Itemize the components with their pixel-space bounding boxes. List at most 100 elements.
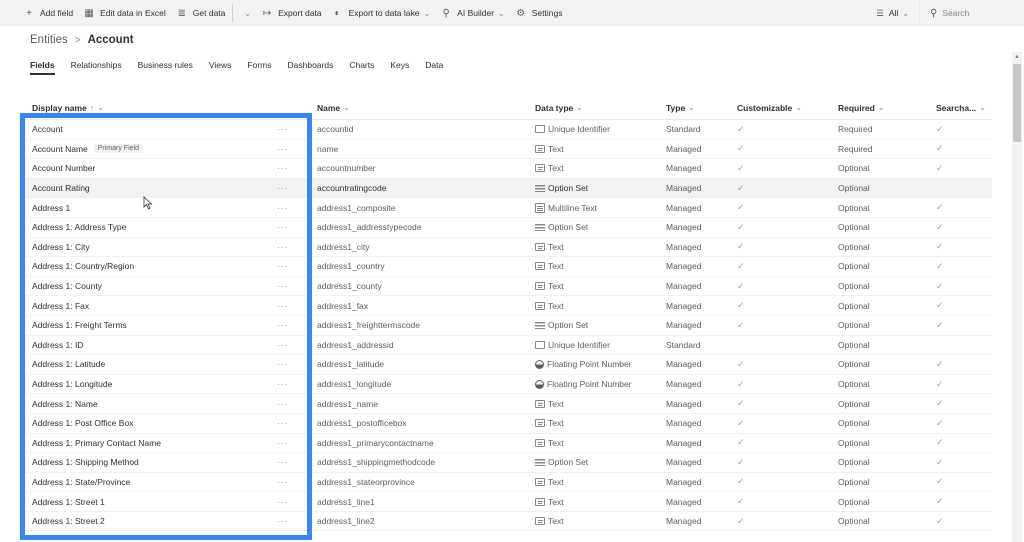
table-row[interactable]: Address 1: Shipping Method ··· address1_sh… [22,453,992,473]
table-row[interactable]: Address 1: Post Office Box ··· address1_po… [22,414,992,434]
more-options-button[interactable]: ··· [277,457,315,467]
more-options-button[interactable]: ··· [277,516,315,526]
table-row[interactable]: Address 1: Latitude ··· address1_latitude F… [22,355,992,375]
tab-dashboards[interactable]: Dashboards [288,60,334,74]
column-label: Searcha... [936,102,977,113]
more-options-button[interactable]: ··· [277,438,315,448]
table-row[interactable]: Address 1: Street 2 ··· address1_line2 Text… [22,512,992,532]
breadcrumb-entities[interactable]: Entities [30,34,68,46]
display-name-cell[interactable]: Address 1: Latitude [22,359,277,369]
more-options-button[interactable]: ··· [277,242,315,252]
vertical-scrollbar[interactable]: ▲ [1012,52,1022,542]
type-cell: Managed [666,242,737,252]
more-options-button[interactable]: ··· [277,124,315,134]
more-options-button[interactable]: ··· [277,144,315,154]
table-row[interactable]: Account Rating ··· accountratingcode Option… [22,178,992,199]
table-row[interactable]: Address 1: Freight Terms ··· address1_frei… [22,316,992,336]
chevron-down-icon: ⌄ [576,103,583,112]
more-options-button[interactable]: ··· [277,340,315,350]
divider [232,4,234,22]
display-name-cell[interactable]: Address 1: Country/Region [22,261,277,271]
display-name-cell[interactable]: Address 1: Street 1 [22,497,277,507]
export-lake-button[interactable]: ◐ Export to data lake ⌄ [327,0,436,26]
export-data-button[interactable]: ↦ Export data [256,0,326,26]
more-options-button[interactable]: ··· [277,359,315,369]
table-row[interactable]: Address 1: Street 1 ··· address1_line1 Text… [22,492,992,512]
column-header-customizable[interactable]: Customizable ⌄ [737,103,838,113]
more-options-button[interactable]: ··· [277,477,315,487]
search-input[interactable]: ⚲ Search [919,0,1024,26]
tab-views[interactable]: Views [209,60,232,74]
display-name-cell[interactable]: Address 1: Name [22,399,277,409]
more-options-button[interactable]: ··· [277,379,315,389]
type-cell: Managed [666,497,737,507]
column-header-searchable[interactable]: Searcha... ⌄ [936,103,992,113]
table-row[interactable]: Address 1: Address Type ··· address1_addre… [22,218,992,238]
more-options-button[interactable]: ··· [277,399,315,409]
display-name-cell[interactable]: Account [22,124,277,134]
more-options-button[interactable]: ··· [277,183,315,193]
table-row[interactable]: Account ··· accountid Unique Identifier Stan… [22,120,992,140]
more-options-button[interactable]: ··· [277,281,315,291]
table-row[interactable]: Address 1: ID ··· address1_addressid Unique… [22,336,992,356]
column-header-data-type[interactable]: Data type ⌄ [535,103,666,113]
table-row[interactable]: Address 1: Longitude ··· address1_longitud… [22,375,992,395]
display-name-cell[interactable]: Address 1: Street 2 [22,516,277,526]
tab-relationships[interactable]: Relationships [71,60,122,74]
display-name-cell[interactable]: Address 1: ID [22,340,277,350]
display-name-cell[interactable]: Account Number [22,163,277,173]
more-options-button[interactable]: ··· [277,320,315,330]
display-name-cell[interactable]: Address 1: Shipping Method [22,457,277,467]
searchable-cell: ✓ [936,398,992,409]
more-options-button[interactable]: ··· [277,163,315,173]
tab-business-rules[interactable]: Business rules [138,60,193,74]
edit-excel-button[interactable]: ▦ Edit data in Excel [78,0,171,26]
display-name-cell[interactable]: Address 1: Fax [22,301,277,311]
column-header-required[interactable]: Required ⌄ [838,103,936,113]
table-row[interactable]: Address 1: Fax ··· address1_fax Text Managed… [22,296,992,316]
table-row[interactable]: Address 1: State/Province ··· address1_sta… [22,473,992,493]
table-row[interactable]: Account Number ··· accountnumber Text Manage… [22,159,992,179]
column-header-type[interactable]: Type ⌄ [666,103,737,113]
more-options-button[interactable]: ··· [277,301,315,311]
more-options-button[interactable]: ··· [277,497,315,507]
column-header-display-name[interactable]: Display name ↑ ⌄ [22,103,277,113]
more-options-button[interactable]: ··· [277,203,315,213]
ai-builder-button[interactable]: ⚲ AI Builder ⌄ [435,0,510,26]
more-options-button[interactable]: ··· [277,222,315,232]
tab-forms[interactable]: Forms [247,60,271,74]
table-row[interactable]: Account Name Primary Field ··· name Text Mana… [22,140,992,160]
scroll-up-arrow-icon[interactable]: ▲ [1014,54,1020,60]
scroll-thumb[interactable] [1013,64,1021,142]
view-filter-dropdown[interactable]: ☰ All ⌄ [866,8,919,19]
table-row[interactable]: Address 1: City ··· address1_city Text Manag… [22,238,992,258]
tab-fields[interactable]: Fields [30,60,55,75]
column-header-name[interactable]: Name ⌄ [315,103,535,113]
settings-button[interactable]: ⚙ Settings [510,0,568,26]
get-data-dropdown[interactable]: ⌄ [235,0,256,26]
display-name-cell[interactable]: Account Name Primary Field [22,144,277,154]
display-name-cell[interactable]: Account Rating [22,183,277,193]
display-name-cell[interactable]: Address 1: Post Office Box [22,418,277,428]
tab-keys[interactable]: Keys [390,60,409,74]
tab-charts[interactable]: Charts [349,60,374,74]
get-data-button[interactable]: ≣ Get data [171,0,231,26]
table-row[interactable]: Address 1: County ··· address1_county Text M… [22,277,992,297]
customizable-cell: ✓ [737,241,838,252]
display-name-cell[interactable]: Address 1: State/Province [22,477,277,487]
more-icon: ··· [277,222,289,233]
display-name-cell[interactable]: Address 1: City [22,242,277,252]
more-options-button[interactable]: ··· [277,261,315,271]
tab-data[interactable]: Data [425,60,443,74]
display-name-cell[interactable]: Address 1: County [22,281,277,291]
display-name-cell[interactable]: Address 1: Longitude [22,379,277,389]
display-name-cell[interactable]: Address 1: Address Type [22,222,277,232]
add-field-button[interactable]: + Add field [18,0,78,26]
table-row[interactable]: Address 1: Country/Region ··· address1_cou… [22,257,992,277]
table-row[interactable]: Address 1: Name ··· address1_name Text Manag… [22,394,992,414]
table-row[interactable]: Address 1 ··· address1_composite Multiline … [22,198,992,218]
more-options-button[interactable]: ··· [277,418,315,428]
display-name-cell[interactable]: Address 1: Primary Contact Name [22,438,277,448]
display-name-cell[interactable]: Address 1: Freight Terms [22,320,277,330]
table-row[interactable]: Address 1: Primary Contact Name ··· addres… [22,434,992,454]
